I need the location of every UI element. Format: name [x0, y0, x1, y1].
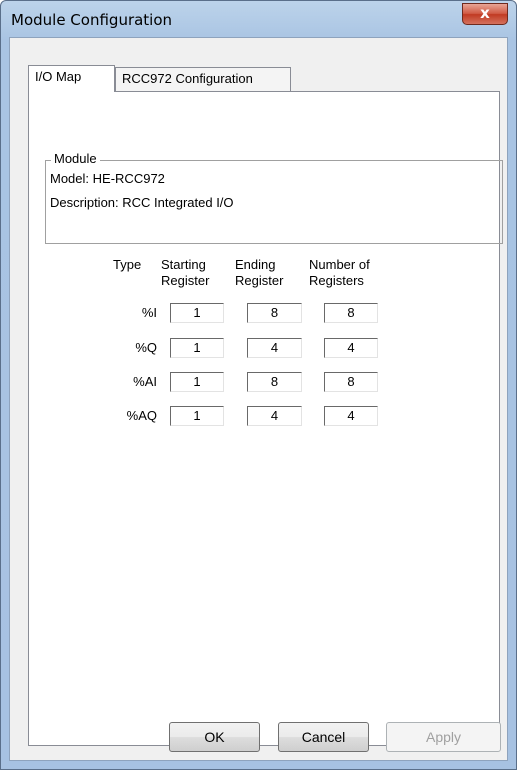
dialog-window: Module Configuration x I/O Map RCC972 Co… [0, 0, 517, 770]
number-of-registers-field: 4 [324, 406, 378, 426]
window-title: Module Configuration [11, 11, 173, 29]
dialog-client-area: I/O Map RCC972 Configuration Module Mode… [9, 37, 508, 761]
starting-register-field: 1 [170, 372, 224, 392]
ending-register-field: 8 [247, 303, 302, 323]
header-starting-line1: Starting [161, 257, 206, 272]
row-type-label: %AI [133, 374, 157, 389]
row-type-label: %Q [135, 340, 157, 355]
tab-rcc972-configuration[interactable]: RCC972 Configuration [115, 67, 291, 91]
starting-register-field: 1 [170, 303, 224, 323]
header-number-line1: Number of [309, 257, 370, 272]
io-map-panel: Module Model: HE-RCC972 Description: RCC… [28, 91, 503, 746]
model-value: HE-RCC972 [92, 171, 165, 186]
ending-register-field: 4 [247, 406, 302, 426]
header-starting-line2: Register [161, 273, 210, 288]
row-type-label: %AQ [126, 408, 157, 423]
title-bar[interactable]: Module Configuration x [1, 1, 516, 37]
header-starting-register: Starting Register [161, 257, 209, 289]
description-value: RCC Integrated I/O [122, 195, 234, 210]
tab-io-map[interactable]: I/O Map [28, 65, 115, 92]
number-of-registers-field: 4 [324, 338, 378, 358]
description-label: Description: RCC Integrated I/O [50, 195, 234, 210]
model-label: Model: HE-RCC972 [50, 171, 165, 186]
module-groupbox-legend: Module [51, 151, 100, 166]
number-of-registers-field: 8 [324, 372, 378, 392]
ending-register-field: 4 [247, 338, 302, 358]
apply-button[interactable]: Apply [386, 722, 501, 752]
number-of-registers-field: 8 [324, 303, 378, 323]
close-icon[interactable]: x [462, 3, 508, 25]
starting-register-field: 1 [170, 338, 224, 358]
header-ending-register: Ending Register [235, 257, 283, 289]
header-type: Type [113, 257, 142, 272]
ending-register-field: 8 [247, 372, 302, 392]
header-number-line2: Registers [309, 273, 364, 288]
description-label-text: Description: [50, 195, 119, 210]
row-type-label: %I [141, 305, 157, 320]
header-number-of-registers: Number of Registers [309, 257, 370, 289]
header-ending-line2: Register [235, 273, 284, 288]
header-ending-line1: Ending [235, 257, 276, 272]
ok-button[interactable]: OK [169, 722, 260, 752]
cancel-button[interactable]: Cancel [278, 722, 369, 752]
starting-register-field: 1 [170, 406, 224, 426]
model-label-text: Model: [50, 171, 90, 186]
